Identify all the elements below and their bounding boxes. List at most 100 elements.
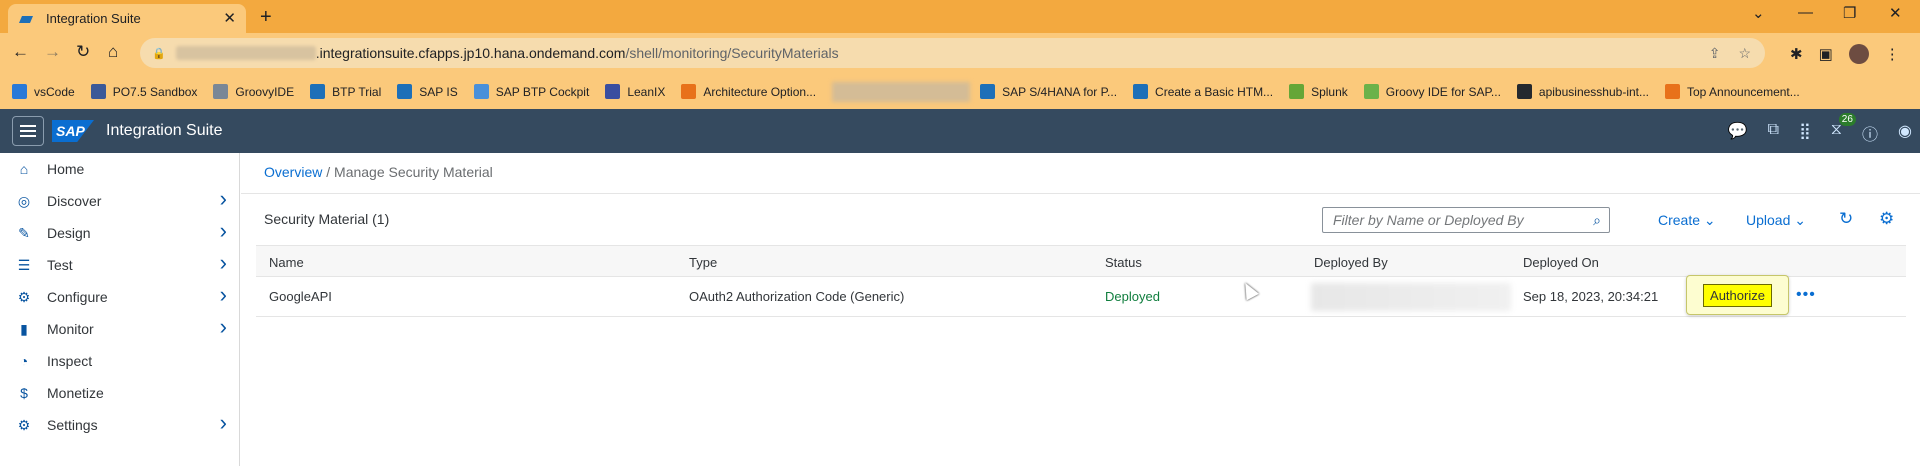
chevron-right-icon[interactable]: › xyxy=(220,250,227,276)
browser-menu-icon[interactable]: ⋮ xyxy=(1885,45,1900,63)
documents-icon[interactable]: ⧉ xyxy=(1768,121,1779,145)
side-panel-icon[interactable]: ▣ xyxy=(1819,45,1833,63)
bookmark-item[interactable]: LeanIX xyxy=(605,84,665,99)
bookmark-item[interactable]: vsCode xyxy=(12,84,75,99)
bookmark-item[interactable]: Architecture Option... xyxy=(681,84,816,99)
compass-icon: ◎ xyxy=(17,192,31,209)
configure-icon: ⚙ xyxy=(17,288,31,305)
minimize-icon[interactable]: — xyxy=(1798,4,1813,21)
authorize-popover: Authorize xyxy=(1686,275,1789,315)
sidebar-item-label: Monetize xyxy=(47,385,104,401)
extensions-icon[interactable]: ✱ xyxy=(1790,45,1803,63)
bookmark-item[interactable]: Splunk xyxy=(1289,84,1348,99)
table-settings-icon[interactable]: ⚙ xyxy=(1879,209,1894,229)
shell-bar: SAP Integration Suite 💬 ⧉ ⣿ ⧖ 26 ⓘ ◉ xyxy=(0,109,1920,153)
lock-icon: 🔒 xyxy=(152,47,166,60)
profile-avatar[interactable] xyxy=(1848,44,1869,64)
chevron-right-icon[interactable]: › xyxy=(220,410,227,436)
bookmark-favicon-icon xyxy=(310,84,326,99)
sidebar-item-label: Settings xyxy=(47,417,98,433)
main-content: Overview / Manage Security Material Secu… xyxy=(241,153,1920,466)
create-button[interactable]: Create ⌄ xyxy=(1658,212,1716,229)
bookmark-item[interactable]: SAP IS xyxy=(397,84,458,99)
browser-tab[interactable]: Integration Suite ✕ xyxy=(8,4,246,33)
bookmark-item[interactable]: SAP S/4HANA for P... xyxy=(980,84,1117,99)
bookmark-item[interactable]: GroovyIDE xyxy=(213,84,294,99)
gauge-icon: ◔ xyxy=(19,353,29,369)
bookmark-item[interactable]: apibusinesshub-int... xyxy=(1516,84,1649,99)
bookmark-label: BTP Trial xyxy=(332,84,382,99)
sidebar-item-label: Configure xyxy=(47,289,108,305)
sidebar-item-test[interactable]: ☰ Test › xyxy=(0,249,239,281)
bookmark-favicon-icon xyxy=(1516,84,1532,99)
gear-icon: ⚙ xyxy=(17,416,31,433)
product-switch-icon[interactable]: ⣿ xyxy=(1799,121,1811,145)
feedback-icon[interactable]: 💬 xyxy=(1728,121,1748,145)
redacted-bookmark[interactable] xyxy=(832,81,971,102)
chevron-right-icon[interactable]: › xyxy=(220,186,227,212)
bookmark-label: vsCode xyxy=(34,84,75,99)
sidebar-item-home[interactable]: ⌂ Home xyxy=(0,153,239,185)
breadcrumb-separator: / xyxy=(322,164,335,180)
sidebar-item-inspect[interactable]: ◔ Inspect xyxy=(0,345,239,377)
back-icon[interactable]: ← xyxy=(12,42,29,62)
upload-button[interactable]: Upload ⌄ xyxy=(1746,212,1806,229)
tab-search-icon[interactable]: ⌄ xyxy=(1752,4,1765,22)
bookmark-item[interactable]: SAP BTP Cockpit xyxy=(473,84,589,99)
bookmark-label: Splunk xyxy=(1311,84,1348,99)
sidebar-item-discover[interactable]: ◎ Discover › xyxy=(0,185,239,217)
bookmark-item[interactable]: BTP Trial xyxy=(310,84,381,99)
cell-deployed-on: Sep 18, 2023, 20:34:21 xyxy=(1523,289,1659,304)
help-icon[interactable]: ⓘ xyxy=(1862,121,1878,145)
bookmark-star-icon[interactable]: ☆ xyxy=(1738,45,1751,62)
side-navigation: ⌂ Home ◎ Discover › ✎ Design › ☰ Test › ⚙ Configure ›… xyxy=(0,153,240,466)
menu-toggle-button[interactable] xyxy=(12,116,44,146)
table-row[interactable]: GoogleAPI OAuth2 Authorization Code (Gen… xyxy=(256,275,1906,317)
sidebar-item-monetize[interactable]: $ Monetize xyxy=(0,377,239,409)
chevron-right-icon[interactable]: › xyxy=(220,218,227,244)
breadcrumb-overview-link[interactable]: Overview xyxy=(264,164,322,180)
chevron-right-icon[interactable]: › xyxy=(220,314,227,340)
close-window-icon[interactable]: ✕ xyxy=(1889,4,1902,22)
bookmark-favicon-icon xyxy=(1363,84,1379,99)
more-actions-icon[interactable]: ••• xyxy=(1796,286,1816,304)
sidebar-item-design[interactable]: ✎ Design › xyxy=(0,217,239,249)
sidebar-item-configure[interactable]: ⚙ Configure › xyxy=(0,281,239,313)
bookmark-item[interactable]: Top Announcement... xyxy=(1665,84,1800,99)
pencil-icon: ✎ xyxy=(18,224,30,241)
cloud-favicon-icon xyxy=(18,14,34,24)
filter-input[interactable]: Filter by Name or Deployed By ⌕ xyxy=(1322,207,1610,233)
notifications-icon[interactable]: ⧖ 26 xyxy=(1831,113,1856,145)
bookmarks-bar: vsCode PO7.5 Sandbox GroovyIDE BTP Trial SAP… xyxy=(0,74,1920,109)
home-browser-icon[interactable]: ⌂ xyxy=(108,42,118,62)
sidebar-item-monitor[interactable]: ▮ Monitor › xyxy=(0,313,239,345)
reload-icon[interactable]: ↻ xyxy=(76,42,90,62)
home-icon: ⌂ xyxy=(19,161,29,177)
bookmark-item[interactable]: Groovy IDE for SAP... xyxy=(1363,84,1501,99)
dollar-icon: $ xyxy=(20,385,28,401)
new-tab-icon[interactable]: + xyxy=(260,6,272,29)
sidebar-item-label: Test xyxy=(47,257,73,273)
bookmark-favicon-icon xyxy=(90,84,106,99)
share-icon[interactable]: ⇪ xyxy=(1709,45,1721,62)
bookmark-label: PO7.5 Sandbox xyxy=(112,84,198,99)
refresh-icon[interactable]: ↻ xyxy=(1839,209,1853,229)
security-material-table: Name Type Status Deployed By Deployed On… xyxy=(256,245,1906,317)
bookmark-label: Architecture Option... xyxy=(703,84,817,99)
restore-icon[interactable]: ❐ xyxy=(1843,4,1856,22)
chevron-right-icon[interactable]: › xyxy=(220,282,227,308)
user-icon[interactable]: ◉ xyxy=(1898,121,1912,145)
cell-name: GoogleAPI xyxy=(269,289,332,304)
authorize-button[interactable]: Authorize xyxy=(1703,283,1772,307)
url-host: .integrationsuite.cfapps.jp10.hana.ondem… xyxy=(315,45,626,61)
sap-logo[interactable]: SAP xyxy=(52,120,94,142)
bookmark-item[interactable]: PO7.5 Sandbox xyxy=(90,84,198,99)
search-icon[interactable]: ⌕ xyxy=(1593,212,1601,229)
forward-icon[interactable]: → xyxy=(44,42,61,62)
bookmark-item[interactable]: Create a Basic HTM... xyxy=(1133,84,1273,99)
bookmark-favicon-icon xyxy=(1289,84,1305,99)
sidebar-item-settings[interactable]: ⚙ Settings › xyxy=(0,409,239,441)
url-field[interactable]: 🔒 .integrationsuite.cfapps.jp10.hana.ond… xyxy=(140,38,1765,68)
sidebar-item-label: Inspect xyxy=(47,353,93,369)
close-tab-icon[interactable]: ✕ xyxy=(223,11,236,26)
